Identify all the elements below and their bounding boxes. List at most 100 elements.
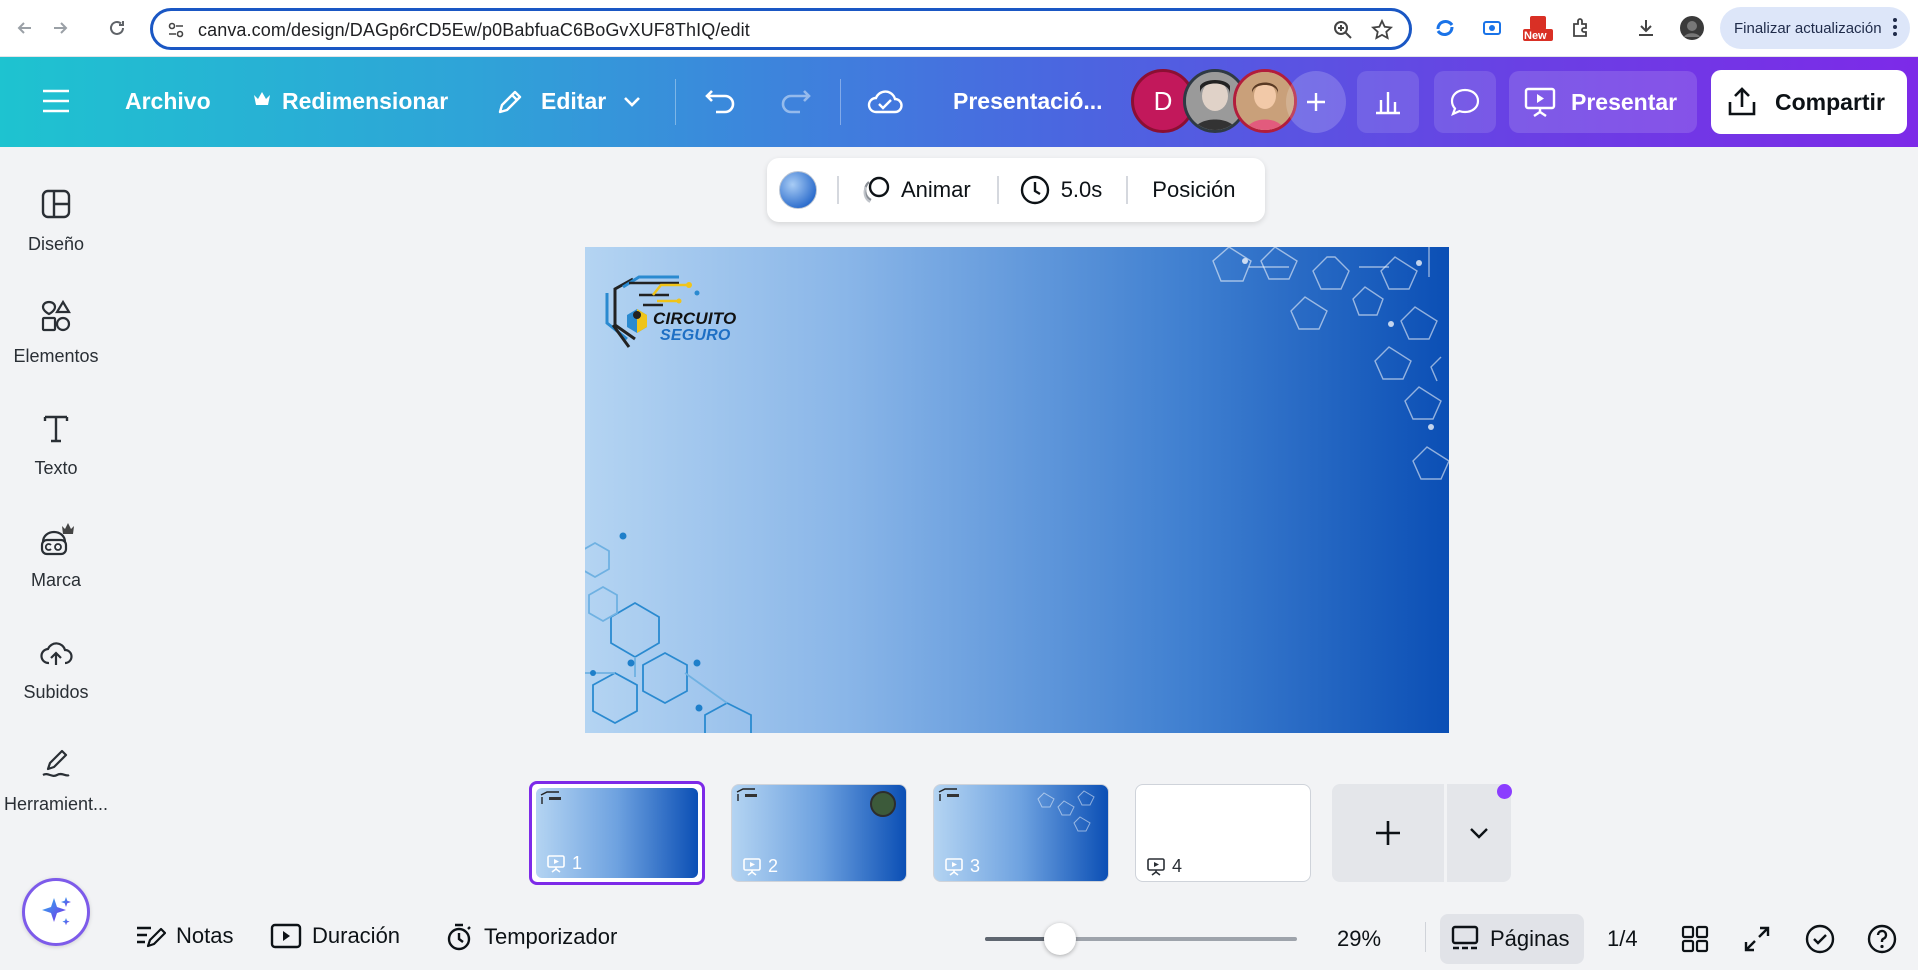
sidebar-item-label: Diseño [27,234,85,254]
browser-toolbar: canva.com/design/DAGp6rCD5Ew/p0BabfuaC6B… [0,0,1918,57]
circuito-seguro-logo[interactable]: CIRCUITO SEGURO [593,255,743,365]
position-button[interactable]: Posición [1152,177,1235,203]
page-count[interactable]: 1/4 [1607,926,1638,952]
extension-swirl-icon[interactable] [1432,15,1458,41]
present-button[interactable]: Presentar [1509,71,1697,133]
pages-label: Páginas [1490,926,1570,951]
toolbar-divider [996,176,999,204]
add-page-button[interactable] [1332,784,1444,882]
fullscreen-icon[interactable] [1742,924,1772,954]
share-upload-icon [1728,87,1756,116]
finish-update-button[interactable]: Finalizar actualización [1720,7,1910,49]
forward-icon[interactable] [47,15,73,41]
shapes-icon [36,296,76,336]
avatar-initial: D [1153,85,1173,116]
page-thumbnail[interactable]: 3 [933,784,1109,882]
update-label: Finalizar actualización [1734,19,1882,37]
sidebar-item-uploads[interactable]: Subidos [0,618,112,718]
logo-text-circuito: CIRCUITO [653,309,737,328]
presentation-icon [945,857,963,876]
avatar [870,791,896,817]
duration-button[interactable]: Duración [270,922,400,950]
background-color-swatch[interactable] [779,171,817,209]
site-info-icon[interactable] [167,21,185,39]
timer-button[interactable]: Temporizador [444,922,617,952]
extensions-puzzle-icon[interactable] [1568,15,1594,41]
upload-cloud-icon [36,632,76,672]
pencil-icon [495,87,525,117]
redo-icon[interactable] [778,85,812,115]
editor-header: Archivo Redimensionar Editar Presentació… [0,57,1918,147]
magic-assistant-button[interactable] [22,878,90,946]
share-button[interactable]: Compartir [1711,70,1907,134]
hexagon-pattern-decoration [1212,247,1449,480]
crown-icon [253,91,271,107]
chevron-down-icon [1470,828,1488,839]
new-badge: New [1524,30,1547,42]
help-icon[interactable] [1866,923,1898,955]
back-icon[interactable] [12,15,38,41]
page-number: 3 [944,856,980,877]
chevron-down-icon[interactable] [622,95,642,109]
slide-canvas[interactable]: CIRCUITO SEGURO [585,247,1449,733]
header-divider [840,79,841,125]
resize-button[interactable]: Redimensionar [282,88,448,115]
sidebar-item-elements[interactable]: Elementos [0,282,112,382]
hamburger-icon[interactable] [40,87,72,115]
edit-menu[interactable]: Editar [541,88,606,115]
zoom-slider-handle[interactable] [1043,923,1076,955]
extension-new-icon[interactable]: New [1521,15,1555,42]
page-number: 1 [546,853,582,874]
sidebar-item-text[interactable]: Texto [0,394,112,494]
address-bar[interactable]: canva.com/design/DAGp6rCD5Ew/p0BabfuaC6B… [150,8,1412,50]
bar-chart-icon [1376,92,1400,115]
profile-avatar-icon[interactable] [1679,15,1705,41]
page-thumbnail[interactable]: 1 [529,781,705,885]
undo-icon[interactable] [704,85,738,115]
toolbar-divider [837,176,839,204]
timer-label: Temporizador [484,924,618,949]
sidebar-item-tools[interactable]: Herramient... [0,730,112,830]
sidebar-item-design[interactable]: Diseño [0,170,112,270]
animate-button[interactable]: Animar [861,174,971,206]
bookmark-star-icon[interactable] [1371,19,1393,41]
text-icon [36,408,76,448]
animate-label: Animar [901,177,971,202]
clock-icon [1020,175,1049,205]
kebab-menu-icon[interactable] [1892,17,1898,37]
bottom-divider [1425,922,1426,952]
page-number: 4 [1146,856,1182,877]
add-collaborator-button[interactable] [1286,71,1346,133]
reload-icon[interactable] [104,15,130,41]
sparkle-icon [42,897,71,926]
extension-camera-icon[interactable] [1479,15,1505,41]
sidebar-item-label: Subidos [23,682,89,702]
left-sidebar: Diseño Elementos Texto Marca Subidos Her… [0,147,112,970]
pages-icon [1451,925,1479,950]
zoom-icon[interactable] [1333,20,1353,40]
check-circle-icon[interactable] [1804,923,1836,955]
comments-button[interactable] [1434,71,1496,133]
insights-button[interactable] [1357,71,1419,133]
notification-dot [1497,784,1512,799]
duration-button[interactable]: 5.0s [1019,174,1102,206]
sidebar-item-label: Herramient... [3,794,109,814]
sidebar-item-brand[interactable]: Marca [0,506,112,606]
page-thumbnail[interactable]: 4 [1135,784,1311,882]
page-thumbnail[interactable]: 2 [731,784,907,882]
presentation-icon [1524,87,1556,117]
zoom-level[interactable]: 29% [1337,926,1381,952]
sidebar-item-label: Elementos [13,346,99,366]
present-label: Presentar [1571,88,1678,115]
cloud-saved-icon[interactable] [866,85,904,117]
design-title[interactable]: Presentació... [953,88,1103,115]
grid-view-icon[interactable] [1680,924,1710,954]
video-frame-icon [270,923,302,949]
downloads-icon[interactable] [1633,15,1659,41]
sidebar-item-label: Marca [30,570,81,590]
file-menu[interactable]: Archivo [125,88,211,115]
notes-button[interactable]: Notas [134,922,233,950]
pages-view-button[interactable]: Páginas [1440,914,1584,964]
notes-icon [137,926,166,948]
layout-icon [36,184,76,224]
